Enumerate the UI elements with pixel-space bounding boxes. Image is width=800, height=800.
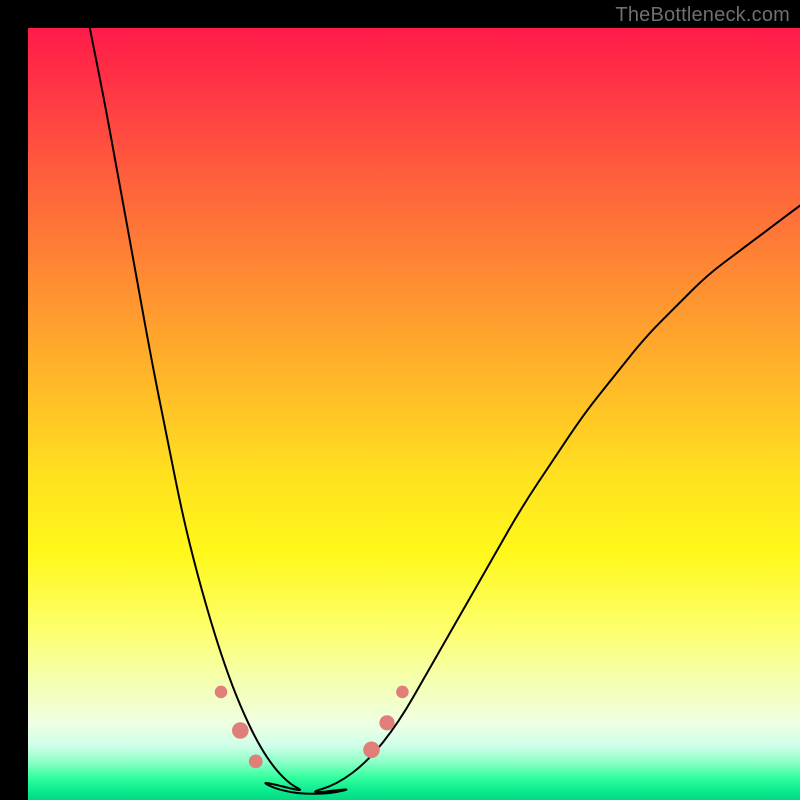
- data-marker: [396, 686, 409, 699]
- data-marker: [232, 722, 249, 739]
- data-marker: [379, 715, 394, 730]
- data-marker: [363, 742, 380, 759]
- data-marker: [215, 686, 228, 699]
- chart-container: TheBottleneck.com: [0, 0, 800, 800]
- data-marker: [249, 755, 263, 769]
- bottleneck-curve: [90, 28, 800, 794]
- curve-group: [90, 28, 800, 794]
- watermark-text: TheBottleneck.com: [615, 4, 790, 27]
- curve-svg: [28, 28, 800, 800]
- marker-group: [215, 686, 409, 793]
- plot-area: [28, 28, 800, 800]
